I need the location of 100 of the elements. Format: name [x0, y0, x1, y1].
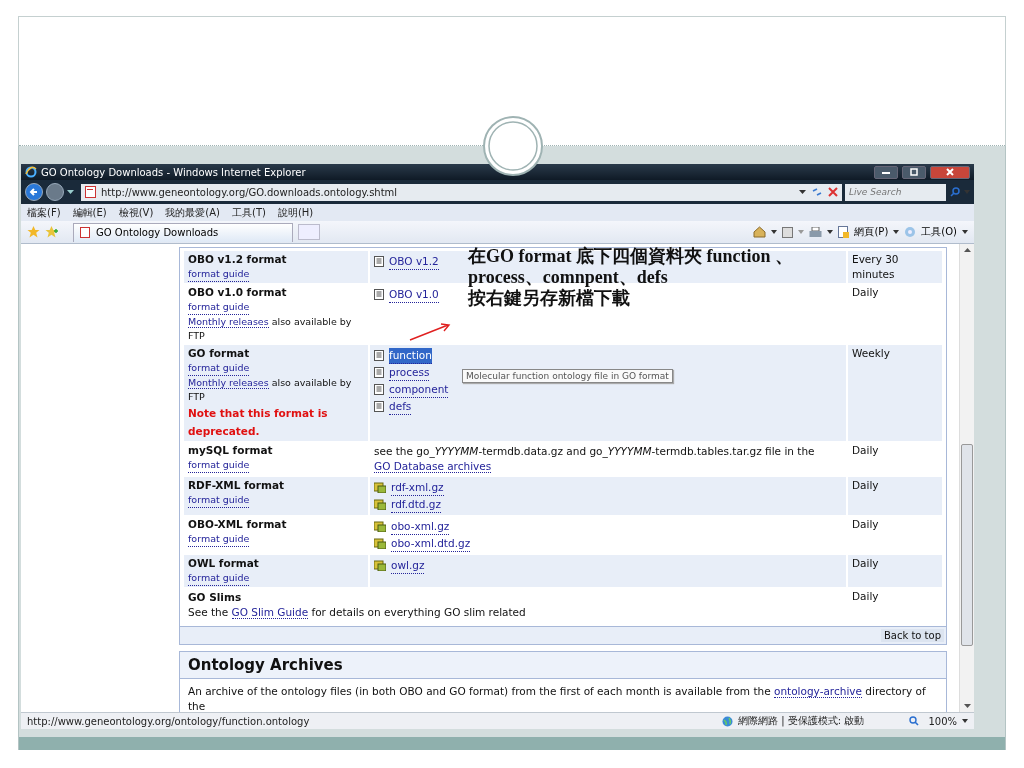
monthly-releases-link[interactable]: Monthly releases — [188, 377, 269, 389]
browser-tab[interactable]: GO Ontology Downloads — [73, 222, 293, 242]
document-icon — [374, 256, 384, 267]
back-arrow-icon — [29, 187, 39, 197]
dropdown-icon — [893, 230, 900, 234]
update-frequency: Daily — [852, 286, 879, 298]
update-frequency: Daily — [852, 557, 879, 569]
update-frequency: Daily — [852, 479, 879, 491]
zoom-icon — [909, 716, 920, 726]
minimize-button[interactable] — [874, 165, 898, 179]
scroll-thumb[interactable] — [961, 444, 973, 646]
document-icon — [374, 367, 384, 378]
archives-link[interactable]: GO Database archives — [374, 460, 492, 473]
star-icon[interactable] — [27, 226, 40, 238]
format-name: mySQL format — [188, 443, 273, 458]
archive-icon — [374, 482, 386, 493]
stop-icon[interactable] — [828, 187, 838, 197]
guide-link[interactable]: GO Slim Guide — [231, 606, 309, 619]
menu-item[interactable]: 說明(H) — [277, 205, 314, 220]
maximize-button[interactable] — [902, 165, 926, 179]
file-link[interactable]: OBO v1.2 — [389, 253, 439, 270]
menu-item[interactable]: 編輯(E) — [72, 205, 107, 220]
format-name: OBO v1.2 format — [188, 252, 287, 267]
menu-item[interactable]: 檢視(V) — [118, 205, 154, 220]
file-link[interactable]: function — [389, 347, 432, 364]
file-link[interactable]: obo-xml.dtd.gz — [391, 535, 471, 552]
file-link[interactable]: defs — [389, 398, 412, 415]
command-menu[interactable]: 工具(O) — [921, 225, 957, 239]
file-link[interactable]: obo-xml.gz — [391, 518, 450, 535]
gear-icon — [904, 226, 917, 238]
archive-paragraph: An archive of the ontology files (in both OBO and GO format) from the first of each month is available from the ontology-archive directory of the — [187, 684, 927, 712]
annotation-text: process、comnpent、defs — [468, 267, 669, 288]
file-link[interactable]: rdf.dtd.gz — [391, 496, 442, 513]
format-guide-link[interactable]: format guide — [188, 361, 250, 376]
format-guide-link[interactable]: format guide — [188, 532, 250, 547]
update-frequency: Daily — [852, 518, 879, 530]
format-name: OBO v1.0 format — [188, 285, 287, 300]
scroll-up-icon[interactable] — [963, 248, 971, 252]
maximize-icon — [910, 168, 918, 176]
page-icon — [838, 226, 850, 238]
file-link[interactable]: component — [389, 381, 449, 398]
menu-item[interactable]: 工具(T) — [232, 205, 266, 220]
update-frequency: Daily — [852, 444, 879, 456]
dropdown-icon — [962, 230, 968, 234]
tooltip: Molecular function ontology file in GO format — [462, 369, 673, 383]
release-note: Monthly releases also available by FTP — [188, 315, 353, 343]
back-button[interactable] — [25, 183, 43, 201]
search-field[interactable]: Live Search — [845, 183, 946, 201]
pointer-arrow — [408, 322, 452, 342]
dropdown-icon — [827, 230, 834, 234]
scroll-down-icon[interactable] — [963, 704, 971, 708]
update-frequency: Daily — [852, 590, 879, 602]
format-guide-link[interactable]: format guide — [188, 571, 250, 586]
format-name: GO Slims — [188, 590, 242, 605]
format-guide-link[interactable]: format guide — [188, 493, 250, 508]
menu-item[interactable]: 我的最愛(A) — [165, 205, 220, 220]
format-name: OBO-XML format — [188, 517, 287, 532]
section-heading: Ontology Archives — [180, 652, 946, 679]
monthly-releases-link[interactable]: Monthly releases — [188, 316, 269, 328]
dropdown-icon — [771, 230, 778, 234]
star-plus-icon[interactable] — [45, 226, 58, 238]
format-name: OWL format — [188, 556, 259, 571]
file-link[interactable]: rdf-xml.gz — [391, 479, 444, 496]
format-guide-link[interactable]: format guide — [188, 458, 250, 473]
address-text: http://www.geneontology.org/GO.downloads.ontology.shtml — [101, 186, 398, 198]
dropdown-icon — [798, 230, 805, 234]
update-frequency: Every 30 minutes — [852, 253, 899, 280]
refresh-icon[interactable] — [811, 187, 823, 197]
description-text: See the GO Slim Guide for details on everything GO slim related — [188, 605, 526, 620]
archive-icon — [374, 560, 386, 571]
file-link[interactable]: process — [389, 364, 430, 381]
printer-icon[interactable] — [809, 226, 823, 238]
menu-item[interactable]: 檔案(F) — [27, 205, 61, 220]
file-link[interactable]: OBO v1.0 — [389, 286, 439, 303]
zoom-level[interactable]: 100% — [928, 715, 957, 727]
browser-logo-icon — [25, 166, 37, 178]
format-guide-link[interactable]: format guide — [188, 300, 250, 315]
archive-icon — [374, 499, 386, 510]
release-note: Monthly releases also available by FTP — [188, 376, 353, 404]
page-icon — [85, 186, 96, 198]
forward-button[interactable] — [46, 183, 64, 201]
command-menu[interactable]: 網頁(P) — [854, 225, 889, 239]
document-icon — [374, 350, 384, 361]
dropdown-icon — [67, 190, 74, 194]
home-icon[interactable] — [753, 226, 767, 238]
annotation-text: 按右鍵另存新檔下載 — [468, 288, 631, 309]
ontology-archive-link[interactable]: ontology-archive — [774, 685, 862, 698]
file-link[interactable]: owl.gz — [391, 557, 425, 574]
address-field[interactable]: http://www.geneontology.org/GO.downloads.ontology.shtml — [81, 183, 842, 201]
document-icon — [374, 384, 384, 395]
back-to-top-link[interactable]: Back to top — [880, 629, 944, 642]
search-icon[interactable] — [950, 187, 960, 197]
format-guide-link[interactable]: format guide — [188, 267, 250, 282]
close-button[interactable] — [930, 165, 970, 179]
window-title: GO Ontology Downloads - Windows Internet Explorer — [41, 166, 306, 178]
page-icon — [80, 227, 90, 238]
scrollbar[interactable] — [959, 244, 974, 712]
status-url: http://www.geneontology.org/ontology/function.ontology — [27, 715, 310, 727]
globe-icon — [722, 715, 734, 727]
feed-icon[interactable] — [782, 226, 794, 238]
